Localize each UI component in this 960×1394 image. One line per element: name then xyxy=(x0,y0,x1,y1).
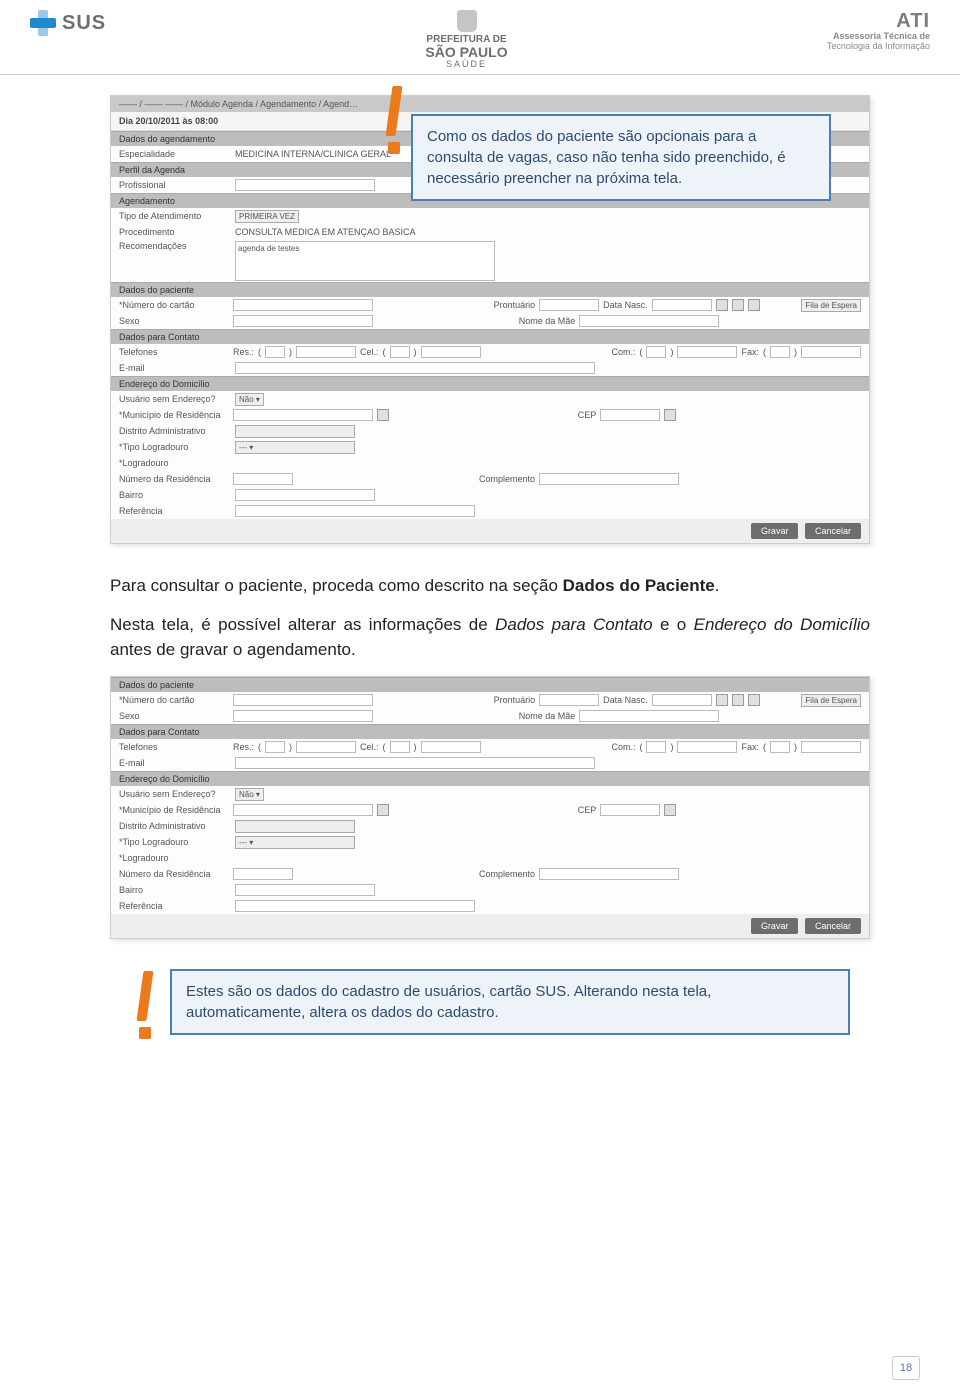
field-referencia[interactable] xyxy=(235,505,475,517)
fila-espera-button-2[interactable]: Fila de Espera xyxy=(801,694,861,707)
search-icon[interactable] xyxy=(732,694,744,706)
label-distrito: Distrito Administrativo xyxy=(119,426,229,436)
label-num-res: Número da Residência xyxy=(119,474,229,484)
field-municipio[interactable] xyxy=(233,409,373,421)
save-icon[interactable] xyxy=(748,299,760,311)
cancelar-button-2[interactable]: Cancelar xyxy=(805,918,861,934)
label-data-nasc: Data Nasc. xyxy=(603,300,648,310)
select-sem-endereco-2[interactable]: Não ▾ xyxy=(235,788,264,801)
label-municipio: *Município de Residência xyxy=(119,410,229,420)
field-email[interactable] xyxy=(235,362,595,374)
label-especialidade: Especialidade xyxy=(119,149,229,159)
breadcrumb: —— / —— —— / Módulo Agenda / Agendamento… xyxy=(111,96,869,112)
form-screenshot-1: —— / —— —— / Módulo Agenda / Agendamento… xyxy=(110,95,870,544)
field-fax-ddd[interactable] xyxy=(770,346,790,358)
label-recomend: Recomendações xyxy=(119,241,229,251)
label-telefones: Telefones xyxy=(119,347,229,357)
field-res-num[interactable] xyxy=(296,346,356,358)
section-contato: Dados para Contato xyxy=(111,329,869,344)
page-number: 18 xyxy=(892,1356,920,1380)
label-sexo: Sexo xyxy=(119,316,229,326)
label-logradouro: *Logradouro xyxy=(119,458,229,468)
select-tipo-log[interactable]: --- ▾ xyxy=(235,441,355,454)
field-data-nasc-2[interactable] xyxy=(652,694,712,706)
calendar-icon[interactable] xyxy=(716,694,728,706)
sus-cross-icon xyxy=(30,10,56,36)
label-sem-endereco: Usuário sem Endereço? xyxy=(119,394,229,404)
callout-1: Como os dados do paciente são opcionais … xyxy=(411,114,831,201)
search-cep-icon[interactable] xyxy=(664,804,676,816)
search-icon[interactable] xyxy=(732,299,744,311)
label-tipo-log: *Tipo Logradouro xyxy=(119,442,229,452)
section-paciente-2: Dados do paciente xyxy=(111,677,869,692)
exclamation-icon xyxy=(377,86,411,166)
label-tipo-atend: Tipo de Atendimento xyxy=(119,211,229,221)
label-num-cartao: *Número do cartão xyxy=(119,300,229,310)
field-complemento[interactable] xyxy=(539,473,679,485)
sus-label: SUS xyxy=(62,12,106,35)
form-screenshot-2: Dados do paciente *Número do cartão Pron… xyxy=(110,676,870,939)
field-num-cartao[interactable] xyxy=(233,299,373,311)
field-cel-num[interactable] xyxy=(421,346,481,358)
field-nome-mae-2[interactable] xyxy=(579,710,719,722)
field-cep[interactable] xyxy=(600,409,660,421)
field-num-res[interactable] xyxy=(233,473,293,485)
field-profissional[interactable] xyxy=(235,179,375,191)
section-endereco: Endereço do Domicílio xyxy=(111,376,869,391)
value-procedimento: CONSULTA MEDICA EM ATENÇAO BASICA xyxy=(235,227,416,237)
field-prontuario-2[interactable] xyxy=(539,694,599,706)
sus-logo: SUS xyxy=(30,10,106,36)
callout-2-wrap: Estes são os dados do cadastro de usuári… xyxy=(170,969,850,1035)
paragraph-2: Nesta tela, é possível alterar as inform… xyxy=(110,613,870,662)
ati-logo: ATI Assessoria Técnica de Tecnologia da … xyxy=(827,10,930,52)
exclamation-icon xyxy=(128,971,162,1051)
section-paciente: Dados do paciente xyxy=(111,282,869,297)
field-sexo-2[interactable] xyxy=(233,710,373,722)
paragraph-1: Para consultar o paciente, proceda como … xyxy=(110,574,870,599)
field-nome-mae[interactable] xyxy=(579,315,719,327)
label-complemento: Complemento xyxy=(479,474,535,484)
select-sem-endereco[interactable]: Não ▾ xyxy=(235,393,264,406)
page-header: SUS PREFEITURA DE SÃO PAULO SAÚDE ATI As… xyxy=(0,0,960,75)
search-municipio-icon[interactable] xyxy=(377,804,389,816)
label-procedimento: Procedimento xyxy=(119,227,229,237)
label-referencia: Referência xyxy=(119,506,229,516)
value-especialidade: MEDICINA INTERNA/CLINICA GERAL xyxy=(235,149,391,159)
label-nome-mae: Nome da Mãe xyxy=(519,316,576,326)
save-icon[interactable] xyxy=(748,694,760,706)
callout-2: Estes são os dados do cadastro de usuári… xyxy=(170,969,850,1035)
calendar-icon[interactable] xyxy=(716,299,728,311)
select-distrito[interactable] xyxy=(235,425,355,438)
fila-espera-button[interactable]: Fila de Espera xyxy=(801,299,861,312)
field-com-num[interactable] xyxy=(677,346,737,358)
field-cel-ddd[interactable] xyxy=(390,346,410,358)
search-cep-icon[interactable] xyxy=(664,409,676,421)
field-bairro[interactable] xyxy=(235,489,375,501)
field-email-2[interactable] xyxy=(235,757,595,769)
search-municipio-icon[interactable] xyxy=(377,409,389,421)
field-data-nasc[interactable] xyxy=(652,299,712,311)
textarea-recomend[interactable]: agenda de testes xyxy=(235,241,495,281)
shield-icon xyxy=(457,10,477,32)
content-area: —— / —— —— / Módulo Agenda / Agendamento… xyxy=(0,75,960,1075)
prefeitura-logo: PREFEITURA DE SÃO PAULO SAÚDE xyxy=(425,10,507,70)
field-fax-num[interactable] xyxy=(801,346,861,358)
field-sexo[interactable] xyxy=(233,315,373,327)
field-com-ddd[interactable] xyxy=(646,346,666,358)
label-prontuario: Prontuário xyxy=(494,300,536,310)
gravar-button[interactable]: Gravar xyxy=(751,523,799,539)
field-num-cartao-2[interactable] xyxy=(233,694,373,706)
field-res-ddd[interactable] xyxy=(265,346,285,358)
cancelar-button[interactable]: Cancelar xyxy=(805,523,861,539)
label-cep: CEP xyxy=(578,410,597,420)
label-bairro: Bairro xyxy=(119,490,229,500)
button-bar: Gravar Cancelar xyxy=(111,519,869,543)
label-email: E-mail xyxy=(119,363,229,373)
field-prontuario[interactable] xyxy=(539,299,599,311)
label-profissional: Profissional xyxy=(119,180,229,190)
select-tipo-atend[interactable]: PRIMEIRA VEZ xyxy=(235,210,299,223)
gravar-button-2[interactable]: Gravar xyxy=(751,918,799,934)
